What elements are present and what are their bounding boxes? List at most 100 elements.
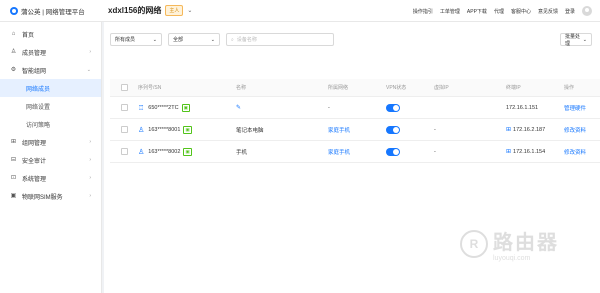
nav-guide[interactable]: 操作指引: [413, 8, 433, 15]
table-row: ♙ 163*****8001 ▣ 笔记本电脑 家庭手机 - ⊞ 172.16.2…: [110, 119, 600, 141]
online-tag-icon: ▣: [183, 125, 192, 134]
vpn-toggle[interactable]: [386, 147, 400, 156]
router-icon: ♖: [138, 104, 145, 112]
chevron-right-icon: ›: [89, 193, 91, 199]
chevron-right-icon: ›: [89, 49, 91, 55]
select-value: 批量处理: [565, 33, 581, 47]
manage-hardware-link[interactable]: 管理硬件: [564, 104, 586, 112]
sidebar-item-members[interactable]: ♙ 成员管理 ›: [0, 43, 101, 61]
col-virtual-ip[interactable]: 虚拟IP: [434, 84, 506, 91]
sim-icon: ▣: [10, 192, 17, 199]
row-network-link[interactable]: 家庭手机: [328, 148, 350, 156]
row-sn: 650*****2TC: [148, 104, 179, 111]
nav-agent[interactable]: 代理: [494, 8, 504, 15]
row-sn: 163*****8001: [148, 126, 181, 133]
user-icon: ♙: [10, 48, 17, 55]
chevron-down-icon[interactable]: ⌄: [187, 7, 192, 14]
search-input[interactable]: ⌕ 设备名称: [226, 33, 334, 46]
sidebar-item-iot-sim[interactable]: ▣ 物联网SIM服务 ›: [0, 187, 101, 205]
edit-info-link[interactable]: 修改资料: [564, 148, 586, 156]
sidebar-subitem-access-policy[interactable]: 访问策略: [0, 115, 101, 133]
row-virtual-ip: -: [434, 126, 436, 133]
col-network: 所属网络: [328, 85, 349, 91]
search-icon: ⌕: [231, 36, 234, 43]
nav-app-download[interactable]: APP下载: [467, 8, 487, 15]
windows-icon: ⊞: [506, 149, 512, 155]
online-tag-icon: ▣: [181, 103, 190, 112]
table-header: 序列号/SN 名称 所属网络 VPN状态 虚拟IP 终端IP 操作: [110, 79, 600, 97]
table-row: ♖ 650*****2TC ▣ ✎ - 172.16.1.151 管理硬件: [110, 97, 600, 119]
edit-icon[interactable]: ✎: [236, 104, 241, 111]
sidebar: ⌂ 首页 ♙ 成员管理 › ⚙ 智能组网 ⌄ 网络成员 网络设置 访问策略 ⊞ …: [0, 22, 102, 293]
select-value: 全部: [173, 37, 184, 43]
chevron-down-icon: ⌄: [152, 36, 157, 43]
watermark-en: luyouqi.com: [493, 255, 531, 262]
col-vpn: VPN状态: [386, 85, 407, 91]
row-terminal-ip: 172.16.1.154: [513, 148, 546, 155]
home-icon: ⌂: [11, 30, 16, 37]
sidebar-item-smart-network[interactable]: ⚙ 智能组网 ⌄: [0, 61, 101, 79]
watermark-logo-icon: R: [460, 230, 488, 258]
role-badge: 主人: [165, 5, 184, 16]
online-tag-icon: ▣: [183, 147, 192, 156]
search-placeholder: 设备名称: [236, 37, 257, 43]
filter-bar: 所有成员 ⌄ 全部 ⌄ ⌕ 设备名称: [110, 33, 334, 46]
col-terminal-ip[interactable]: 终端IP: [506, 84, 564, 91]
row-terminal-ip: 172.16.2.187: [513, 126, 546, 133]
row-network-link[interactable]: 家庭手机: [328, 126, 350, 134]
batch-action-select[interactable]: 批量处理 ⌄: [560, 33, 592, 47]
row-name: 笔记本电脑: [236, 127, 264, 134]
nav-login[interactable]: 登录: [565, 8, 575, 15]
table-row: ♙ 163*****8002 ▣ 手机 家庭手机 - ⊞ 172.16.1.15…: [110, 141, 600, 163]
sidebar-item-label: 成员管理: [22, 50, 47, 57]
sidebar-subitem-network-settings[interactable]: 网络设置: [0, 97, 101, 115]
edit-info-link[interactable]: 修改资料: [564, 126, 586, 134]
select-all-checkbox[interactable]: [110, 84, 138, 91]
nav-feedback[interactable]: 意见反馈: [538, 8, 558, 15]
col-actions: 操作: [564, 85, 575, 91]
grid-icon: ⊞: [10, 138, 17, 145]
chevron-right-icon: ›: [89, 157, 91, 163]
vpn-toggle[interactable]: [386, 125, 400, 134]
logo-icon: [10, 6, 18, 15]
sidebar-item-label: 首页: [22, 32, 35, 39]
chevron-right-icon: ›: [89, 139, 91, 145]
select-value: 所有成员: [115, 37, 136, 43]
sidebar-item-home[interactable]: ⌂ 首页: [0, 25, 101, 43]
row-terminal-ip: 172.16.1.151: [506, 104, 539, 111]
sidebar-item-security-audit[interactable]: ⊟ 安全审计 ›: [0, 151, 101, 169]
vpn-toggle[interactable]: [386, 103, 400, 112]
col-sn[interactable]: 序列号/SN: [138, 84, 236, 91]
status-filter-select[interactable]: 全部 ⌄: [168, 33, 220, 46]
app-logo[interactable]: 蒲公英 | 网络管理平台: [0, 6, 102, 16]
row-checkbox[interactable]: [120, 104, 128, 111]
settings-icon: ⊡: [10, 174, 17, 181]
row-checkbox[interactable]: [120, 148, 128, 155]
user-icon: ♙: [138, 148, 145, 156]
row-virtual-ip: -: [434, 148, 436, 155]
sidebar-item-label: 系统管理: [22, 176, 47, 183]
sidebar-item-label: 智能组网: [22, 68, 47, 75]
watermark-cn: 路由器: [493, 232, 559, 254]
sidebar-item-system[interactable]: ⊡ 系统管理 ›: [0, 169, 101, 187]
top-bar: 蒲公英 | 网络管理平台 xdxl156的网络 主人 ⌄ 操作指引 工单管理 A…: [0, 0, 600, 22]
row-checkbox[interactable]: [120, 126, 128, 133]
col-name: 名称: [236, 85, 247, 91]
sidebar-item-label: 物联网SIM服务: [22, 194, 63, 201]
member-filter-select[interactable]: 所有成员 ⌄: [110, 33, 162, 46]
user-icon: ♙: [138, 126, 145, 134]
avatar[interactable]: [582, 6, 592, 16]
nav-service[interactable]: 客服中心: [511, 8, 531, 15]
sidebar-item-label: 安全审计: [22, 158, 47, 165]
chevron-right-icon: ›: [89, 175, 91, 181]
row-name: 手机: [236, 149, 248, 156]
network-title[interactable]: xdxl156的网络: [108, 5, 161, 16]
chevron-down-icon: ⌄: [86, 67, 91, 73]
chevron-down-icon: ⌄: [210, 36, 215, 43]
nav-tickets[interactable]: 工单管理: [440, 8, 460, 15]
sidebar-item-network-mgmt[interactable]: ⊞ 组网管理 ›: [0, 133, 101, 151]
windows-icon: ⊞: [506, 127, 512, 133]
sidebar-subitem-network-members[interactable]: 网络成员: [0, 79, 101, 97]
row-network: -: [328, 104, 330, 111]
watermark: R 路由器 luyouqi.com: [460, 226, 559, 262]
